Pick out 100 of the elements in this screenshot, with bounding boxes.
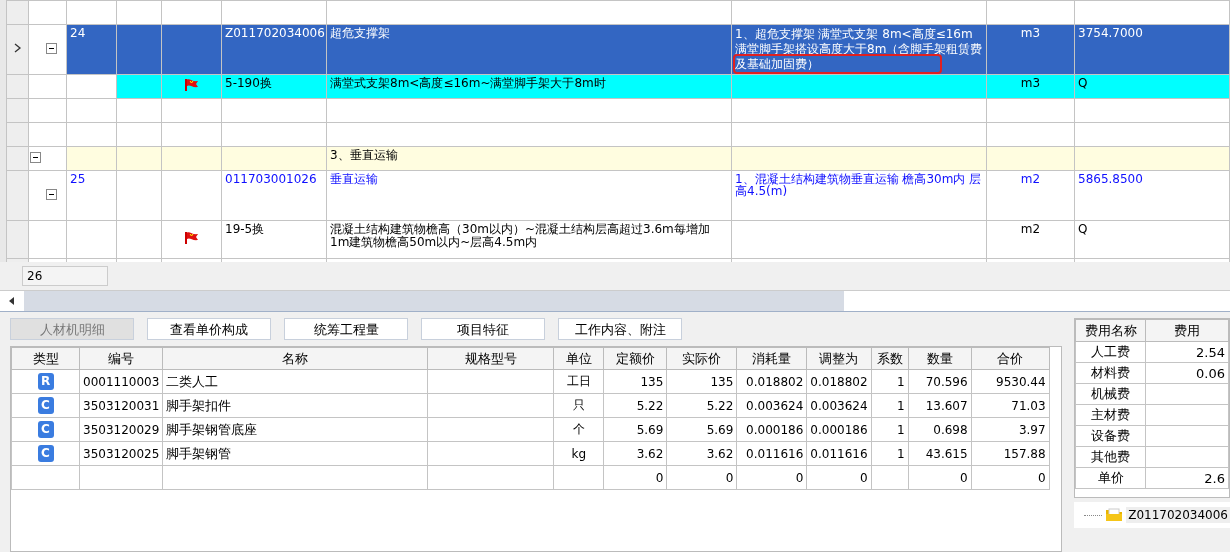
tab[interactable]: 项目特征 [421, 318, 545, 340]
table-cell: 5.69 [636, 422, 664, 437]
item-name: 垂直运输 [330, 172, 378, 186]
item-number: 25 [70, 172, 86, 186]
tab[interactable]: 人材机明细 [10, 318, 134, 340]
item-quantity: Q [1078, 76, 1088, 90]
type-badge: C [37, 421, 54, 438]
table-cell: 1 [897, 446, 905, 461]
item-quantity: 5865.8500 [1078, 172, 1143, 186]
row-count-field[interactable]: 26 [22, 266, 108, 286]
horizontal-scrollbar[interactable] [0, 291, 1230, 312]
item-code: 011703001026 [225, 172, 317, 186]
item-name: 满堂式支架8m<高度≤16m~满堂脚手架大于8m时 [330, 76, 606, 90]
table-cell: 0 [860, 470, 868, 485]
table-cell: 0.06 [1196, 365, 1225, 381]
table-cell: 2.6 [1204, 470, 1225, 486]
table-cell: 3.97 [1018, 422, 1046, 437]
table-cell: 0.011616 [810, 446, 868, 461]
table-cell: 0 [1038, 470, 1046, 485]
table-cell: 2.54 [1196, 344, 1225, 360]
item-unit: m2 [1020, 222, 1041, 236]
table-cell: 脚手架钢管 [166, 445, 232, 461]
table-cell: 1 [897, 422, 905, 437]
scroll-left-icon[interactable] [8, 296, 16, 306]
item-code: 19-5换 [225, 222, 265, 236]
table-cell: 135 [710, 374, 734, 389]
column-header[interactable]: 编号 [79, 347, 163, 370]
tab[interactable]: 查看单价构成 [147, 318, 271, 340]
item-code: Z011702034006 [225, 26, 325, 40]
column-header[interactable]: 合价 [971, 347, 1050, 370]
column-header[interactable]: 实际价 [666, 347, 737, 370]
type-badge: C [37, 445, 54, 462]
table-cell: 0.018802 [810, 374, 868, 389]
table-cell: 5.69 [706, 422, 734, 437]
item-unit: m2 [1020, 172, 1041, 186]
column-header[interactable]: 规格型号 [427, 347, 554, 370]
table-cell: 0 [655, 470, 664, 485]
table-cell: 3.62 [636, 446, 664, 461]
table-row[interactable]: 5-190换 满堂式支架8m<高度≤16m~满堂脚手架大于8m时 m3 Q [6, 74, 1230, 99]
table-cell: 0001110003 [83, 374, 160, 389]
table-cell: 单价 [1097, 470, 1124, 485]
collapse-toggle[interactable] [46, 188, 57, 200]
table-cell: 主材费 [1091, 407, 1131, 422]
column-header[interactable]: 类型 [11, 347, 80, 370]
item-name: 3、垂直运输 [330, 148, 398, 162]
table-row[interactable]: 3、垂直运输 [6, 146, 1230, 171]
table-cell: kg [571, 446, 587, 461]
table-cell: 43.615 [925, 446, 968, 461]
table-cell: 0.698 [933, 422, 968, 437]
table-cell: 0.018802 [746, 374, 804, 389]
table-cell: 其他费 [1091, 449, 1131, 464]
item-quantity: Q [1078, 222, 1088, 236]
table-cell: 71.03 [1011, 398, 1046, 413]
collapse-toggle[interactable] [30, 151, 41, 163]
row-pointer-icon [13, 43, 22, 53]
item-code: 5-190换 [225, 76, 272, 90]
tab[interactable]: 统筹工程量 [284, 318, 408, 340]
tab[interactable]: 工作内容、附注 [558, 318, 682, 340]
table-cell: 0 [960, 470, 968, 485]
table-cell: 设备费 [1091, 428, 1131, 443]
column-header[interactable]: 数量 [908, 347, 972, 370]
tree-item[interactable]: Z011702034006 [1126, 507, 1230, 523]
type-badge: C [37, 397, 54, 414]
type-badge: R [37, 373, 54, 390]
table-cell: 13.607 [925, 398, 968, 413]
table-cell: 3503120025 [83, 446, 160, 461]
column-header[interactable]: 单位 [553, 347, 604, 370]
item-unit: m3 [1020, 26, 1041, 40]
column-header[interactable]: 系数 [871, 347, 909, 370]
table-cell: 工日 [566, 374, 591, 388]
table-cell: 个 [572, 422, 585, 436]
table-cell: 135 [640, 374, 664, 389]
item-number: 24 [70, 26, 86, 40]
table-cell: 脚手架扣件 [166, 397, 232, 413]
column-header[interactable]: 名称 [162, 347, 428, 370]
table-cell: 0.003624 [810, 398, 868, 413]
table-cell: 1 [897, 374, 905, 389]
folder-icon [1105, 508, 1124, 522]
table-cell: 二类人工 [166, 373, 219, 389]
item-name: 超危支撑架 [330, 26, 390, 40]
table-cell: 5.22 [706, 398, 734, 413]
table-cell: 1 [897, 398, 905, 413]
table-cell: 0.011616 [746, 446, 804, 461]
column-header[interactable]: 费用名称 [1075, 319, 1146, 342]
table-cell: 0.003624 [746, 398, 804, 413]
column-header[interactable]: 调整为 [806, 347, 872, 370]
table-cell: 9530.44 [996, 374, 1046, 389]
flag-icon [184, 78, 199, 92]
item-quantity: 3754.7000 [1078, 26, 1143, 40]
column-header[interactable]: 定额价 [603, 347, 667, 370]
column-header[interactable]: 消耗量 [736, 347, 807, 370]
item-unit: m3 [1020, 76, 1041, 90]
item-name: 混凝土结构建筑物檐高（30m以内）~混凝土结构层高超过3.6m每增加1m建筑物檐高50m以内~层高4.5m内 [330, 222, 710, 249]
table-cell: 5.22 [636, 398, 664, 413]
table-cell: 脚手架钢管底座 [166, 421, 258, 437]
table-cell: 材料费 [1091, 365, 1131, 380]
collapse-toggle[interactable] [46, 42, 57, 54]
table-cell: 机械费 [1091, 386, 1131, 401]
table-cell: 人工费 [1091, 344, 1131, 359]
column-header[interactable]: 费用 [1145, 319, 1229, 342]
